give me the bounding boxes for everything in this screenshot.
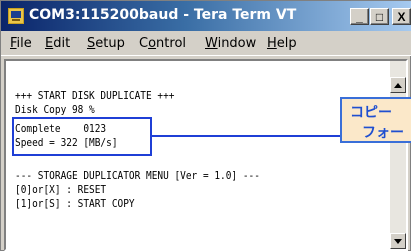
menu-setup[interactable]: Setup [87,36,125,51]
highlight-box [12,117,152,156]
menu-file[interactable]: File [10,36,32,51]
callout-text-line2: フォー [362,125,404,141]
callout-text-line1: コピー [350,105,392,121]
title-bar[interactable]: COM3:115200baud - Tera Term VT _ □ X [1,1,411,31]
scroll-down-button[interactable] [390,233,406,249]
scroll-up-button[interactable] [390,77,406,93]
terminal-line: Disk Copy 98 % [15,103,95,116]
scroll-down-icon [394,238,402,244]
terminal-line: +++ START DISK DUPLICATE +++ [15,89,175,102]
callout-box: コピー フォー [340,97,411,143]
scroll-up-icon [394,82,402,88]
maximize-button[interactable]: □ [370,8,389,25]
window-title: COM3:115200baud - Tera Term VT [29,7,297,23]
close-button[interactable]: X [392,8,411,25]
callout-connector-line [152,135,340,137]
menu-edit[interactable]: Edit [45,36,70,51]
vertical-scrollbar[interactable] [390,61,406,249]
menu-control[interactable]: Control [139,36,186,51]
terminal-line: [1]or[S] : START COPY [15,197,135,210]
terminal-line: --- STORAGE DUPLICATOR MENU [Ver = 1.0] … [15,169,260,182]
terminal-line: [0]or[X] : RESET [15,183,107,196]
menu-help[interactable]: Help [267,36,297,51]
minimize-button[interactable]: _ [350,8,369,25]
teraterm-app-icon[interactable] [8,8,24,24]
menu-bar: File Edit Setup Control Window Help [1,31,411,56]
menu-window[interactable]: Window [205,36,256,51]
